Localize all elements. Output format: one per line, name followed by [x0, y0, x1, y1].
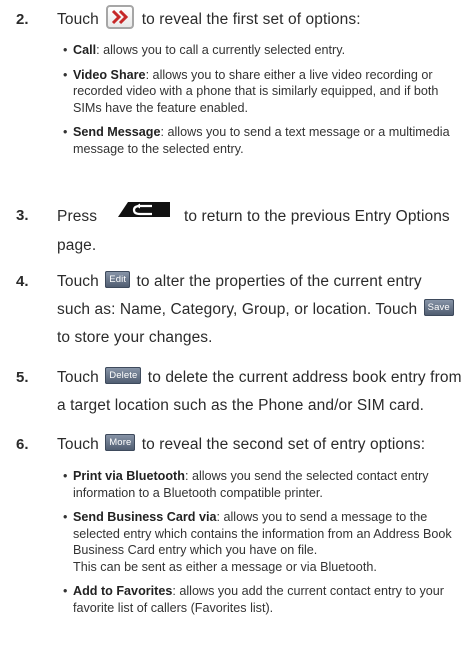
- step-text: Touch Edit to alter the properties of th…: [57, 268, 465, 352]
- list-item: Call: allows you to call a currently sel…: [63, 42, 461, 59]
- step-text-pre: Press: [57, 208, 98, 226]
- save-button[interactable]: Save: [423, 299, 454, 317]
- option-term: Send Business Card via: [73, 510, 217, 524]
- more-button[interactable]: More: [105, 434, 136, 452]
- step-number: 6.: [16, 436, 29, 453]
- step-text-pre: Touch: [57, 273, 99, 290]
- step-text-pre: Touch: [57, 369, 99, 386]
- step-text-line2: such as: Name, Category, Group, or locat…: [57, 296, 465, 324]
- step-text-pre: Touch: [57, 11, 99, 28]
- option-term: Video Share: [73, 67, 146, 82]
- option-term: Send Message: [73, 125, 161, 139]
- second-options-list: Print via Bluetooth: allows you send the…: [63, 468, 461, 624]
- step-text: Touch to reveal the first set of options…: [57, 4, 465, 34]
- step-text-post: to return to the previous Entry Options: [183, 208, 450, 226]
- step-text: Touch More to reveal the second set of e…: [57, 431, 465, 459]
- step-text-post: to delete the current address book entry…: [147, 369, 462, 386]
- list-item: Add to Favorites: allows you add the cur…: [63, 583, 461, 616]
- option-desc: : allows you to call a currently selecte…: [96, 43, 346, 57]
- option-extra: This can be sent as either a message or …: [73, 559, 377, 574]
- step-number: 4.: [16, 273, 29, 290]
- step-text: Press to return to the previous Entry Op…: [57, 202, 465, 260]
- double-chevron-right-icon[interactable]: [106, 4, 135, 29]
- step-number: 5.: [16, 369, 29, 386]
- list-item: Print via Bluetooth: allows you send the…: [63, 468, 461, 501]
- list-item: Send Business Card via: allows you to se…: [63, 509, 461, 575]
- step-text-post: to alter the properties of the current e…: [136, 273, 422, 290]
- list-item: Video Share: allows you to share either …: [63, 67, 461, 117]
- step-text-line2-text: such as: Name, Category, Group, or locat…: [57, 301, 418, 318]
- step-number: 2.: [16, 11, 29, 28]
- step-text-pre: Touch: [57, 436, 99, 453]
- step-text-post: to reveal the first set of options:: [141, 11, 361, 28]
- option-term: Add to Favorites: [73, 584, 173, 598]
- back-key-icon[interactable]: [114, 199, 174, 229]
- delete-button[interactable]: Delete: [105, 367, 142, 385]
- edit-button[interactable]: Edit: [105, 271, 131, 289]
- list-item: Send Message: allows you to send a text …: [63, 124, 461, 157]
- first-options-list: Call: allows you to call a currently sel…: [63, 42, 461, 165]
- step-text-line2: a target location such as the Phone and/…: [57, 397, 425, 414]
- step-text-cont: page.: [57, 237, 97, 254]
- step-text-line3: to store your changes.: [57, 329, 213, 346]
- option-term: Print via Bluetooth: [73, 469, 185, 483]
- step-number: 3.: [16, 207, 29, 224]
- step-text: Touch Delete to delete the current addre…: [57, 364, 465, 420]
- step-text-post: to reveal the second set of entry option…: [141, 436, 426, 453]
- option-term: Call: [73, 43, 97, 57]
